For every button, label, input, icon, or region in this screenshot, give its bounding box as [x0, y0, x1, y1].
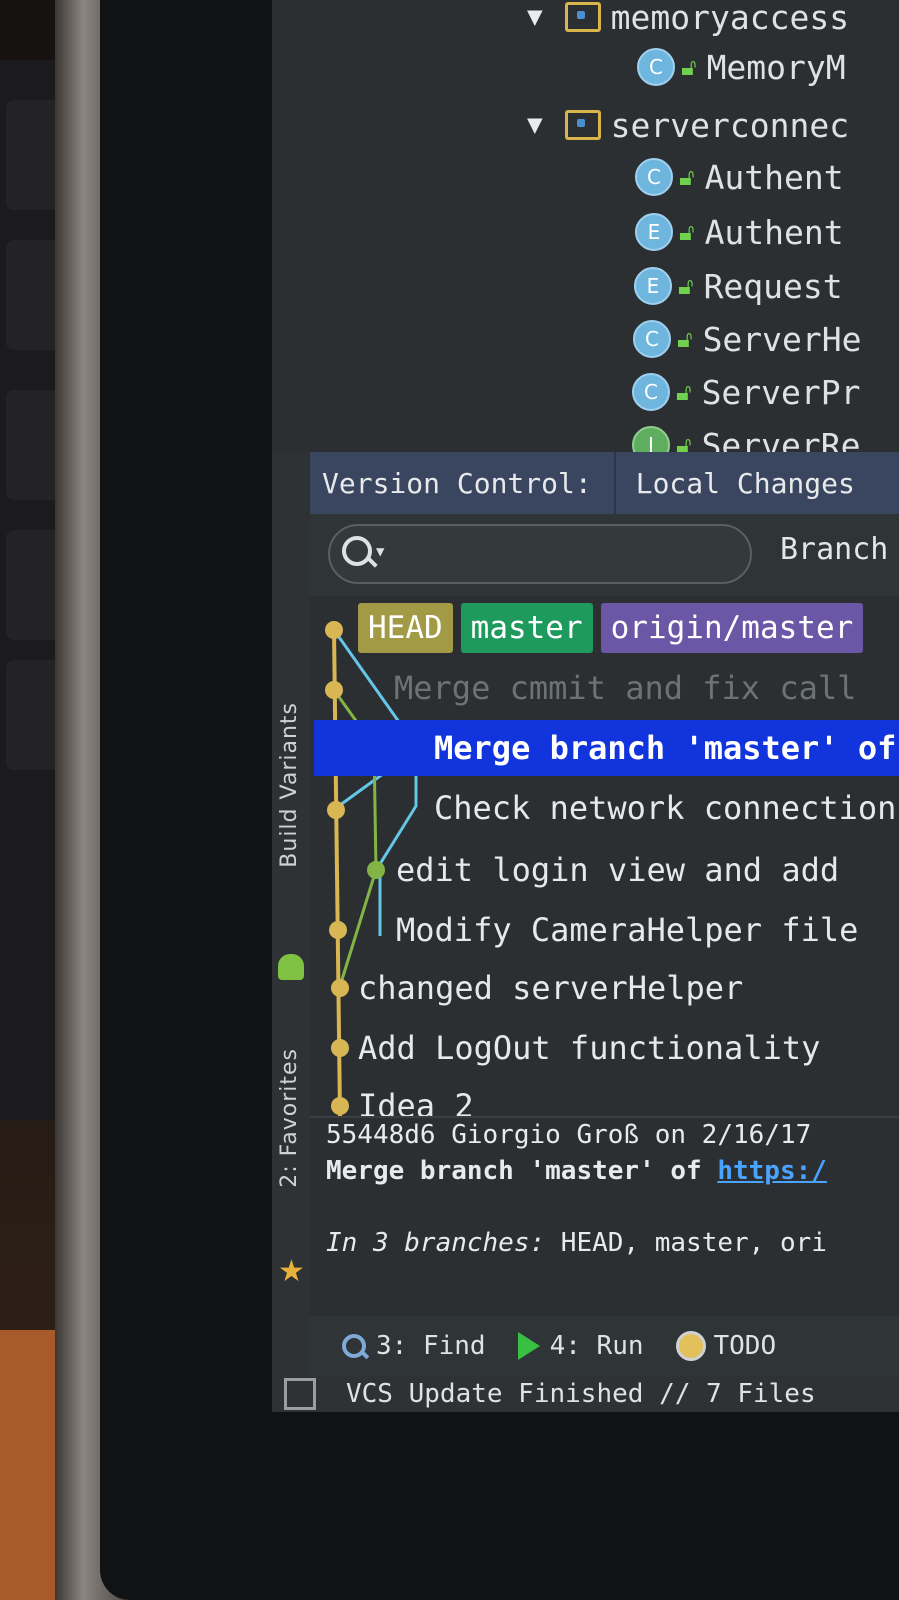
commit-row[interactable]: Modify CameraHelper file — [396, 902, 858, 958]
ref-label-master[interactable]: master — [460, 603, 593, 653]
commit-row[interactable]: Add LogOut functionality — [358, 1020, 820, 1076]
commit-node[interactable] — [331, 1097, 349, 1115]
tree-class-label: ServerPr — [701, 372, 861, 412]
project-tree: ▼ memoryaccess C 🔓︎ MemoryM ▼ serverconn… — [272, 0, 899, 465]
tree-class-label: MemoryM — [706, 47, 846, 87]
commit-message-link[interactable]: https:/ — [717, 1156, 827, 1186]
enum-icon: E — [635, 213, 673, 251]
commit-branches: In 3 branches: HEAD, master, ori — [326, 1228, 827, 1258]
find-icon — [342, 1334, 366, 1358]
commit-node[interactable] — [367, 861, 385, 879]
lock-icon: 🔓︎ — [681, 53, 697, 81]
tool-windows-toggle-icon[interactable] — [284, 1378, 316, 1410]
commit-hash-author: 55448d6 Giorgio Groß on 2/16/17 — [326, 1120, 812, 1150]
commit-row[interactable]: edit login view and add — [396, 842, 839, 898]
tab-local-changes[interactable]: Local Changes — [616, 467, 855, 500]
branch-filter-dropdown[interactable]: Branch — [780, 532, 888, 567]
lock-icon: 🔓︎ — [676, 378, 692, 406]
search-icon[interactable] — [342, 536, 372, 566]
tree-class-row[interactable]: C 🔓︎ MemoryM — [637, 40, 846, 94]
lock-icon: 🔓︎ — [678, 272, 694, 300]
find-label: 3: Find — [376, 1331, 486, 1361]
lock-icon: 🔓︎ — [679, 218, 695, 246]
ref-label-origin-master[interactable]: origin/master — [600, 603, 864, 653]
commit-details-panel: 55448d6 Giorgio Groß on 2/16/17 Merge br… — [310, 1116, 899, 1318]
branches-label: In 3 branches: — [326, 1228, 546, 1258]
todo-label: TODO — [713, 1331, 777, 1361]
commit-row-selected[interactable]: Merge branch 'master' of — [314, 720, 899, 776]
commit-node[interactable] — [325, 621, 343, 639]
package-folder-icon — [564, 2, 601, 32]
tree-class-row[interactable]: C 🔓︎ ServerPr — [632, 365, 861, 419]
status-message: VCS Update Finished // 7 Files — [346, 1379, 816, 1409]
version-control-header: Version Control: Local Changes — [310, 452, 899, 514]
tree-class-label: ServerHe — [702, 319, 862, 359]
commit-node[interactable] — [331, 979, 349, 997]
commit-node[interactable] — [331, 1039, 349, 1057]
todo-icon — [675, 1331, 706, 1361]
tree-folder-row[interactable]: ▼ serverconnec — [527, 98, 849, 152]
commit-node[interactable] — [327, 801, 345, 819]
tree-class-row[interactable]: C 🔓︎ ServerHe — [633, 312, 862, 366]
log-search-field[interactable]: ▼ — [328, 524, 752, 584]
commit-node[interactable] — [329, 921, 347, 939]
tree-class-label: Authent — [704, 212, 844, 252]
commit-message: Merge branch 'master' of https:/ — [326, 1156, 827, 1186]
tree-enum-row[interactable]: E 🔓︎ Request — [634, 259, 843, 313]
class-icon: C — [632, 373, 670, 411]
find-tool-button[interactable]: 3: Find — [342, 1331, 486, 1361]
commit-message-text: Merge branch 'master' of — [326, 1156, 718, 1186]
tree-folder-label: serverconnec — [610, 105, 850, 145]
favorites-tab[interactable]: 2: Favorites — [277, 1048, 302, 1188]
ide-screen: ▼ memoryaccess C 🔓︎ MemoryM ▼ serverconn… — [272, 0, 899, 1412]
version-control-label: Version Control: — [310, 452, 616, 514]
run-label: 4: Run — [549, 1331, 644, 1361]
tree-class-label: Request — [703, 266, 843, 306]
class-icon: C — [633, 320, 671, 358]
android-icon — [278, 954, 304, 980]
commit-node[interactable] — [325, 681, 343, 699]
star-icon: ★ — [278, 1254, 305, 1289]
chevron-down-icon[interactable]: ▼ — [376, 544, 384, 560]
commit-row[interactable]: Check network connection — [434, 780, 896, 836]
enum-icon: E — [634, 267, 672, 305]
expand-arrow-icon[interactable]: ▼ — [527, 2, 543, 32]
build-variants-tab[interactable]: Build Variants — [277, 702, 302, 868]
commit-row[interactable]: changed serverHelper — [358, 960, 743, 1016]
lock-icon: 🔓︎ — [677, 325, 693, 353]
branches-value: HEAD, master, ori — [545, 1228, 827, 1258]
tree-enum-row[interactable]: E 🔓︎ Authent — [635, 205, 844, 259]
bottom-tool-bar: 3: Find 4: Run TODO — [310, 1316, 899, 1376]
left-tool-strip: Build Variants 2: Favorites ★ — [272, 452, 311, 1412]
run-icon — [517, 1332, 540, 1360]
ref-label-head[interactable]: HEAD — [358, 603, 453, 653]
run-tool-button[interactable]: 4: Run — [517, 1331, 644, 1361]
class-icon: C — [637, 48, 675, 86]
commit-row[interactable]: Idea 2 — [358, 1078, 474, 1116]
package-folder-icon — [564, 110, 601, 140]
log-toolbar: ▼ Branch — [310, 514, 899, 596]
favorites-label: 2: Favorites — [277, 1048, 302, 1188]
todo-tool-button[interactable]: TODO — [675, 1331, 777, 1361]
tree-class-label: Authent — [704, 157, 844, 197]
commit-log: HEAD master origin/master Merge cmmit an… — [310, 596, 899, 1116]
tree-folder-label: memoryaccess — [610, 0, 850, 37]
lock-icon: 🔓︎ — [679, 163, 695, 191]
build-variants-label: Build Variants — [277, 702, 302, 868]
expand-arrow-icon[interactable]: ▼ — [527, 110, 543, 140]
ref-labels: HEAD master origin/master — [358, 600, 871, 656]
status-bar: VCS Update Finished // 7 Files — [272, 1376, 899, 1412]
class-icon: C — [635, 158, 673, 196]
commit-row[interactable]: Merge cmmit and fix call — [394, 660, 856, 716]
tree-folder-row[interactable]: ▼ memoryaccess — [527, 0, 849, 44]
tree-class-row[interactable]: C 🔓︎ Authent — [635, 150, 844, 204]
